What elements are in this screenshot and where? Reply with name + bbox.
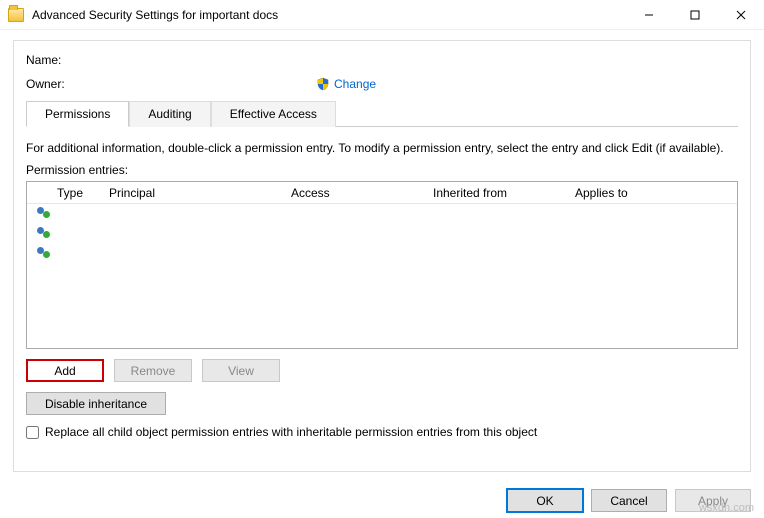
- window-controls: [626, 0, 764, 30]
- ok-button[interactable]: OK: [507, 489, 583, 512]
- name-row: Name:: [26, 53, 738, 67]
- titlebar: Advanced Security Settings for important…: [0, 0, 764, 30]
- tab-strip: Permissions Auditing Effective Access: [26, 101, 738, 127]
- permission-list-header: Type Principal Access Inherited from App…: [27, 182, 737, 204]
- tab-auditing[interactable]: Auditing: [129, 101, 210, 127]
- replace-child-checkbox[interactable]: [26, 426, 39, 439]
- maximize-button[interactable]: [672, 0, 718, 30]
- info-text: For additional information, double-click…: [26, 141, 738, 155]
- folder-icon: [8, 8, 24, 22]
- tab-effective-access-label: Effective Access: [230, 107, 317, 121]
- tab-auditing-label: Auditing: [148, 107, 191, 121]
- col-inherited[interactable]: Inherited from: [427, 186, 569, 200]
- close-button[interactable]: [718, 0, 764, 30]
- shield-icon: [316, 77, 330, 91]
- permission-row[interactable]: [27, 224, 737, 244]
- change-owner-link[interactable]: Change: [334, 77, 376, 91]
- apply-button[interactable]: Apply: [675, 489, 751, 512]
- view-button[interactable]: View: [202, 359, 280, 382]
- permission-row[interactable]: [27, 204, 737, 224]
- add-button[interactable]: Add: [26, 359, 104, 382]
- minimize-button[interactable]: [626, 0, 672, 30]
- permission-entries-label: Permission entries:: [26, 163, 738, 177]
- disable-inheritance-button[interactable]: Disable inheritance: [26, 392, 166, 415]
- window-title: Advanced Security Settings for important…: [32, 8, 626, 22]
- col-type[interactable]: Type: [51, 186, 103, 200]
- replace-child-label: Replace all child object permission entr…: [45, 425, 537, 439]
- col-applies[interactable]: Applies to: [569, 186, 737, 200]
- tab-effective-access[interactable]: Effective Access: [211, 101, 336, 127]
- permission-row[interactable]: [27, 244, 737, 264]
- col-access[interactable]: Access: [285, 186, 427, 200]
- main-panel: Name: Owner: Change Permissions Auditing…: [13, 40, 751, 472]
- permission-list[interactable]: Type Principal Access Inherited from App…: [26, 181, 738, 349]
- remove-button[interactable]: Remove: [114, 359, 192, 382]
- name-label: Name:: [26, 53, 316, 67]
- cancel-button[interactable]: Cancel: [591, 489, 667, 512]
- tab-permissions[interactable]: Permissions: [26, 101, 129, 127]
- dialog-footer: OK Cancel Apply: [507, 489, 751, 512]
- col-principal[interactable]: Principal: [103, 186, 285, 200]
- tab-permissions-label: Permissions: [45, 107, 110, 121]
- owner-label: Owner:: [26, 77, 316, 91]
- owner-row: Owner: Change: [26, 77, 738, 91]
